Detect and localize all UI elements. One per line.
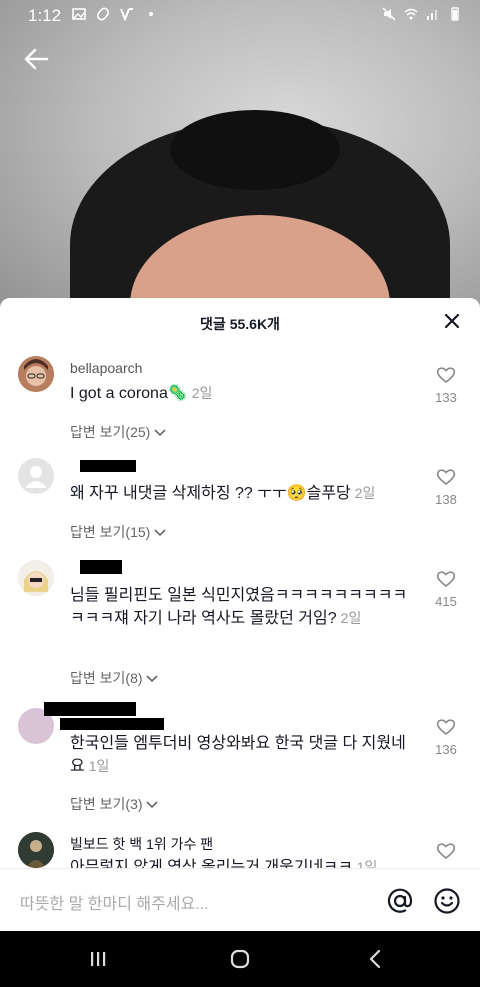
virus-emoji: 🦠 (167, 385, 188, 402)
heart-outline-icon (436, 843, 456, 860)
v-app-icon (120, 8, 133, 21)
heart-outline-icon (436, 469, 456, 486)
pleading-emoji: 🥺 (286, 485, 307, 502)
like-button[interactable]: 136 (430, 718, 462, 757)
status-left-icons (72, 7, 158, 21)
signal-icon (427, 10, 437, 20)
comment-body: 한국인들 엠투더비 영상와봐요 한국 댓글 다 지웠네요 (70, 735, 406, 775)
avatar-face-icon (18, 560, 54, 596)
comment-age: 2일 (354, 485, 376, 501)
redacted-username (80, 560, 122, 574)
comment-body: I got a corona (70, 385, 168, 402)
arrow-left-icon[interactable] (22, 44, 52, 74)
back-chevron-icon[interactable] (364, 947, 388, 971)
comment-item: 님들 필리핀도 일본 식민지였음ㅋㅋㅋㅋㅋㅋㅋㅋㅋㅋㅋㅋ쟤 자기 나라 역사도 … (0, 556, 480, 696)
video-background (0, 0, 480, 320)
default-avatar-icon (25, 466, 47, 488)
like-button[interactable]: 133 (430, 366, 462, 405)
view-replies-label: 답변 보기(3) (70, 796, 143, 812)
like-button[interactable]: 138 (430, 468, 462, 507)
comment-text: 님들 필리핀도 일본 식민지였음ㅋㅋㅋㅋㅋㅋㅋㅋㅋㅋㅋㅋ쟤 자기 나라 역사도 … (70, 584, 410, 630)
sheet-title: 댓글 55.6K개 (200, 316, 280, 332)
system-nav-bar (0, 931, 480, 987)
status-bar: 1:12 (0, 0, 480, 32)
comment-username[interactable]: 빌보드 핫 백 1위 가수 팬 (70, 834, 213, 854)
like-button[interactable]: 415 (430, 570, 462, 609)
comment-text: 왜 자꾸 내댓글 삭제하징 ?? ㅜㅜ🥺슬푸당 2일 (70, 482, 400, 505)
comment-text: 한국인들 엠투더비 영상와봐요 한국 댓글 다 지웠네요 1일 (70, 732, 410, 778)
comment-age: 2일 (340, 610, 362, 626)
like-count: 415 (435, 594, 457, 609)
view-replies-button[interactable]: 답변 보기(25) (70, 422, 166, 442)
avatar[interactable] (18, 832, 54, 868)
dot-icon (149, 12, 153, 16)
view-replies-button[interactable]: 답변 보기(8) (70, 668, 158, 688)
avatar-face-icon (18, 356, 54, 392)
chevron-down-icon (146, 801, 158, 809)
at-sign-icon[interactable] (386, 887, 414, 915)
redacted-username (60, 718, 164, 730)
smiley-icon[interactable] (433, 887, 461, 915)
recent-apps-icon[interactable] (86, 947, 110, 971)
avatar[interactable] (18, 458, 54, 494)
comment-age: 2일 (191, 385, 213, 401)
view-replies-button[interactable]: 답변 보기(15) (70, 522, 166, 542)
chevron-down-icon (146, 675, 158, 683)
status-right-icons (382, 7, 462, 21)
avatar-face-icon (18, 832, 54, 868)
comment-item: 왜 자꾸 내댓글 삭제하징 ?? ㅜㅜ🥺슬푸당 2일 답변 보기(15) 138 (0, 452, 480, 552)
like-count: 133 (435, 390, 457, 405)
redacted-username (80, 460, 136, 472)
close-icon[interactable] (444, 313, 460, 329)
view-replies-label: 답변 보기(15) (70, 524, 151, 540)
home-icon[interactable] (228, 947, 252, 971)
status-time: 1:12 (28, 6, 62, 25)
heart-outline-icon (436, 367, 456, 384)
mute-icon (382, 7, 396, 21)
comment-item: bellapoarch I got a corona🦠 2일 답변 보기(25) … (0, 350, 480, 450)
comment-input-bar: 따뜻한 말 한마디 해주세요... (0, 868, 480, 932)
battery-icon (451, 7, 459, 21)
like-count: 136 (435, 742, 457, 757)
chevron-down-icon (154, 429, 166, 437)
heart-outline-icon (436, 719, 456, 736)
avatar[interactable] (18, 356, 54, 392)
like-count: 138 (435, 492, 457, 507)
view-replies-label: 답변 보기(25) (70, 424, 151, 440)
heart-outline-icon (436, 571, 456, 588)
sheet-header: 댓글 55.6K개 (0, 298, 480, 348)
comment-input[interactable]: 따뜻한 말 한마디 해주세요... (20, 890, 209, 914)
redacted-username (44, 702, 136, 716)
view-replies-button[interactable]: 답변 보기(3) (70, 794, 158, 814)
comments-sheet: 댓글 55.6K개 bellapoarch I got a corona🦠 2일 … (0, 298, 480, 931)
avatar[interactable] (18, 560, 54, 596)
comment-item: 한국인들 엠투더비 영상와봐요 한국 댓글 다 지웠네요 1일 답변 보기(3) … (0, 702, 480, 822)
image-icon (72, 8, 86, 20)
view-replies-label: 답변 보기(8) (70, 670, 143, 686)
comment-body-after: 슬푸당 (306, 485, 351, 502)
comment-text: I got a corona🦠 2일 (70, 382, 400, 405)
attachment-icon (96, 7, 110, 21)
wifi-icon (404, 8, 418, 20)
chevron-down-icon (154, 529, 166, 537)
comment-age: 1일 (88, 758, 110, 774)
comment-username[interactable]: bellapoarch (70, 360, 142, 376)
comment-body: 왜 자꾸 내댓글 삭제하징 ?? ㅜㅜ (70, 485, 287, 502)
hair-bun-shape (170, 110, 340, 190)
